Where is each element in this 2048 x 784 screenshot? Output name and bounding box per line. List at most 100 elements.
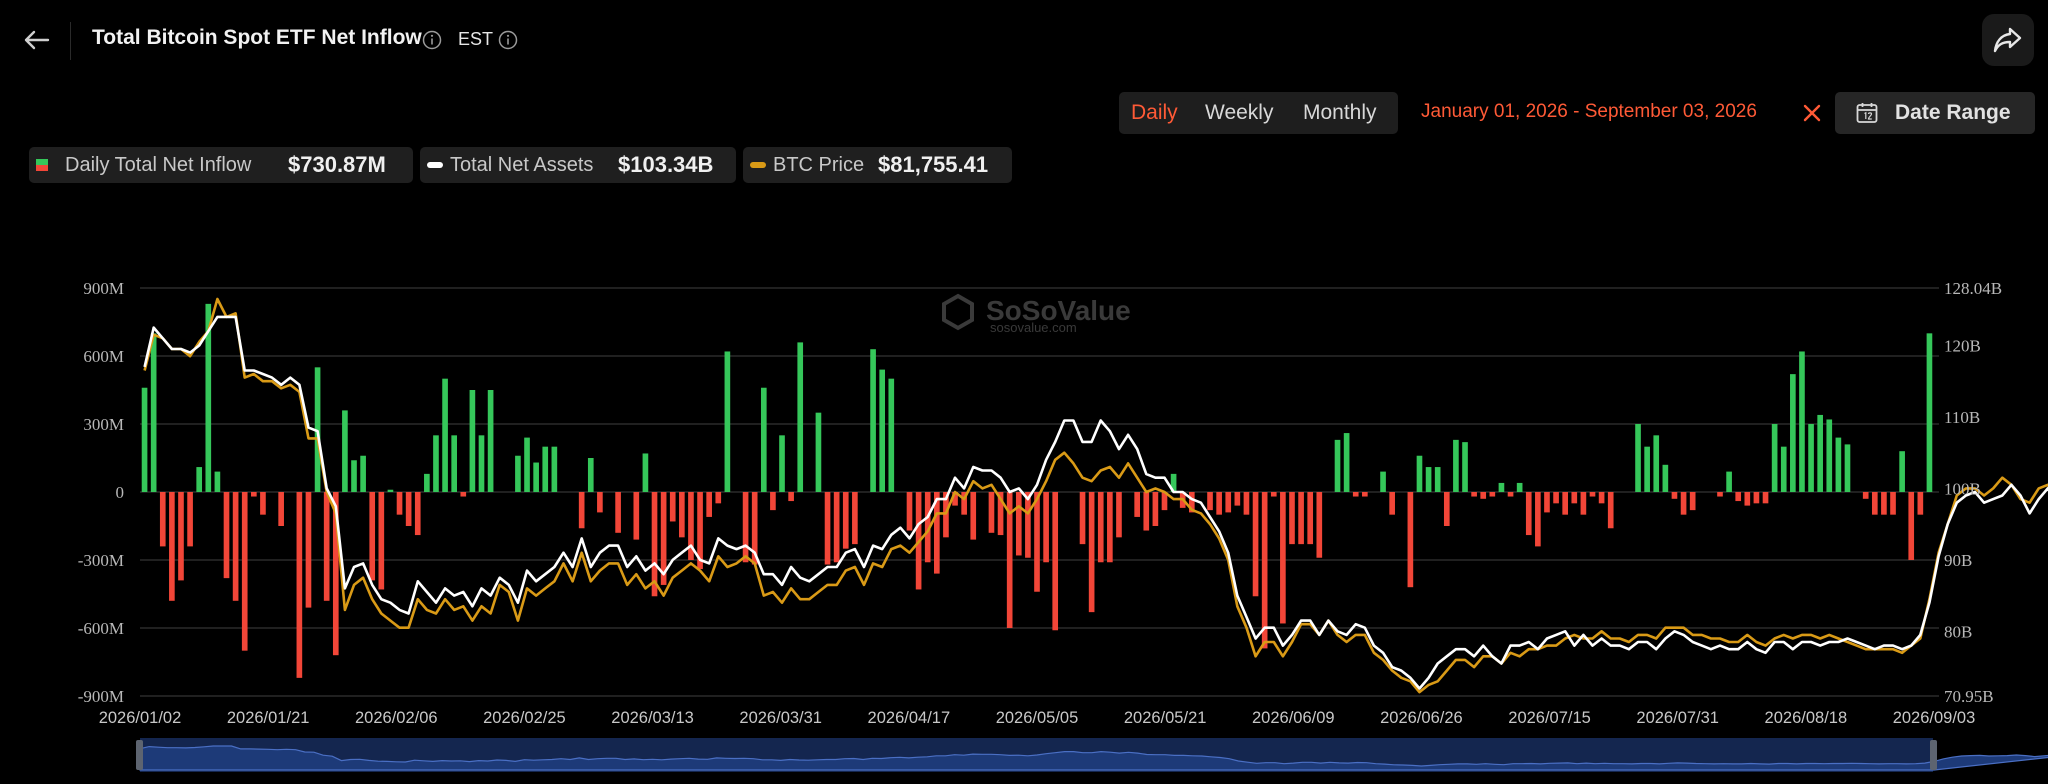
inflow-bar[interactable]	[1689, 492, 1696, 511]
inflow-bar[interactable]	[715, 492, 722, 504]
inflow-bar[interactable]	[1826, 419, 1833, 492]
inflow-bar[interactable]	[1653, 435, 1660, 492]
range-navigator[interactable]	[136, 738, 2048, 772]
inflow-bar[interactable]	[1097, 492, 1104, 563]
inflow-bar[interactable]	[1917, 492, 1924, 515]
inflow-bar[interactable]	[1462, 442, 1468, 492]
inflow-bar[interactable]	[1871, 492, 1878, 515]
inflow-bar[interactable]	[451, 435, 458, 492]
inflow-bar[interactable]	[1243, 492, 1250, 515]
inflow-bar[interactable]	[241, 492, 248, 651]
inflow-bar[interactable]	[1216, 492, 1222, 515]
inflow-bar[interactable]	[1671, 492, 1678, 499]
inflow-bar[interactable]	[460, 492, 467, 497]
inflow-bar[interactable]	[524, 437, 530, 492]
inflow-bar[interactable]	[551, 446, 558, 492]
inflow-bar[interactable]	[1808, 424, 1814, 492]
inflow-bar[interactable]	[378, 492, 385, 590]
inflow-bar[interactable]	[797, 342, 804, 492]
inflow-bar[interactable]	[1753, 492, 1760, 504]
inflow-bar[interactable]	[669, 492, 676, 522]
chart-area[interactable]: SoSoValue sosovalue.com 900M 600M 300M 0 -30…	[0, 0, 2048, 784]
inflow-bar[interactable]	[1316, 492, 1323, 558]
inflow-bar[interactable]	[260, 492, 266, 515]
inflow-bar[interactable]	[633, 492, 640, 540]
inflow-bar[interactable]	[1307, 492, 1314, 545]
inflow-bar[interactable]	[1817, 414, 1823, 492]
inflow-bar[interactable]	[196, 467, 203, 492]
inflow-bar[interactable]	[1881, 492, 1887, 515]
inflow-bar[interactable]	[1762, 492, 1769, 504]
inflow-bar[interactable]	[1043, 492, 1049, 563]
inflow-bar[interactable]	[760, 387, 767, 492]
inflow-bar[interactable]	[141, 387, 148, 492]
inflow-bar[interactable]	[1471, 492, 1477, 497]
inflow-bar[interactable]	[1453, 439, 1459, 492]
inflow-bar[interactable]	[1498, 482, 1505, 492]
inflow-bar[interactable]	[442, 378, 448, 492]
inflow-bar[interactable]	[1544, 492, 1550, 513]
inflow-bar[interactable]	[724, 351, 731, 492]
inflow-bar[interactable]	[1152, 492, 1159, 526]
inflow-bar[interactable]	[433, 435, 439, 492]
inflow-bar[interactable]	[1507, 492, 1514, 497]
inflow-bar[interactable]	[852, 492, 858, 545]
inflow-bar[interactable]	[1234, 492, 1241, 506]
inflow-bar[interactable]	[815, 412, 822, 492]
inflow-bar[interactable]	[779, 435, 785, 492]
inflow-bar[interactable]	[223, 492, 230, 579]
inflow-bar[interactable]	[1553, 492, 1559, 504]
inflow-bar[interactable]	[842, 492, 849, 549]
inflow-bar[interactable]	[1143, 492, 1150, 531]
inflow-bar[interactable]	[1899, 451, 1905, 492]
inflow-bar[interactable]	[1352, 492, 1359, 497]
inflow-bar[interactable]	[1434, 467, 1441, 492]
inflow-bar[interactable]	[1134, 492, 1140, 517]
inflow-bar[interactable]	[1015, 492, 1022, 556]
inflow-bar[interactable]	[1334, 439, 1341, 492]
inflow-bar[interactable]	[970, 492, 977, 540]
inflow-bar[interactable]	[870, 349, 876, 492]
inflow-bar[interactable]	[1270, 492, 1277, 497]
inflow-bar[interactable]	[1790, 374, 1796, 492]
inflow-bar[interactable]	[1607, 492, 1614, 529]
inflow-bar[interactable]	[169, 492, 175, 601]
inflow-bar[interactable]	[1799, 351, 1805, 492]
inflow-bar[interactable]	[478, 435, 485, 492]
inflow-bar[interactable]	[178, 492, 184, 581]
inflow-bar[interactable]	[1116, 492, 1122, 538]
inflow-bar[interactable]	[1680, 492, 1687, 515]
inflow-bar[interactable]	[788, 492, 794, 502]
navigator-handle-left[interactable]	[136, 740, 143, 770]
inflow-bar[interactable]	[1034, 492, 1040, 592]
inflow-bar[interactable]	[1890, 492, 1896, 515]
inflow-bar[interactable]	[342, 410, 348, 492]
inflow-bar[interactable]	[278, 492, 284, 526]
inflow-bar[interactable]	[232, 492, 239, 601]
inflow-bar[interactable]	[1744, 492, 1751, 506]
inflow-bar[interactable]	[1380, 471, 1386, 492]
inflow-bar[interactable]	[369, 492, 376, 581]
inflow-bar[interactable]	[1908, 492, 1915, 560]
inflow-bar[interactable]	[1416, 455, 1423, 492]
inflow-bar[interactable]	[1088, 492, 1095, 613]
inflow-bar[interactable]	[1407, 492, 1414, 588]
inflow-bar[interactable]	[542, 446, 549, 492]
inflow-bar[interactable]	[469, 390, 476, 492]
inflow-bar[interactable]	[405, 492, 412, 526]
inflow-bar[interactable]	[1489, 492, 1496, 497]
inflow-bar[interactable]	[706, 492, 712, 517]
inflow-bar[interactable]	[1362, 492, 1368, 497]
inflow-bar[interactable]	[679, 492, 685, 538]
inflow-bar[interactable]	[1662, 464, 1669, 492]
inflow-bar[interactable]	[1735, 492, 1742, 502]
inflow-bar[interactable]	[988, 492, 995, 533]
inflow-bar[interactable]	[615, 492, 621, 533]
inflow-bar[interactable]	[1207, 492, 1213, 511]
inflow-bar[interactable]	[824, 492, 831, 565]
inflow-bar[interactable]	[770, 492, 776, 511]
inflow-bar[interactable]	[296, 492, 303, 678]
navigator-handle-right[interactable]	[1930, 740, 1937, 770]
inflow-bar[interactable]	[360, 455, 366, 492]
inflow-bar[interactable]	[1107, 492, 1113, 563]
